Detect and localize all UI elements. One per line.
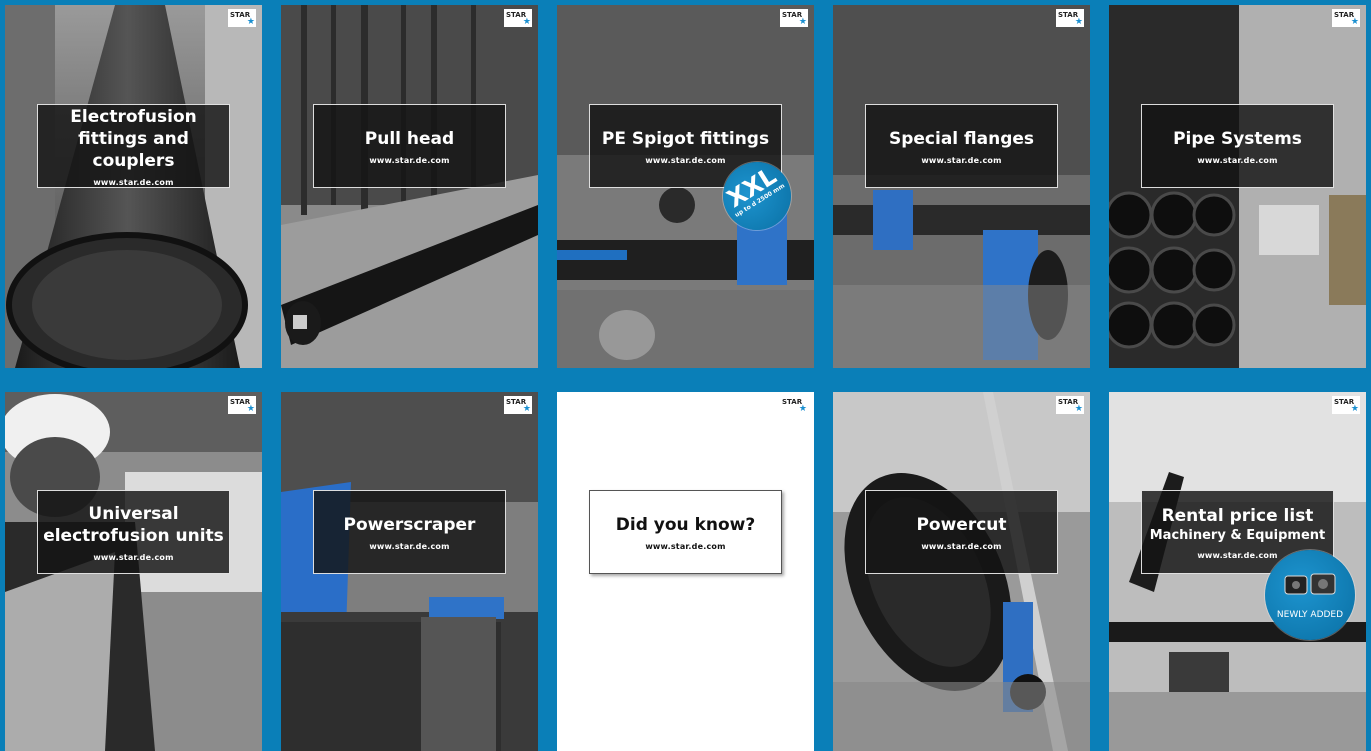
card-title: Electrofusion fittings and couplers bbox=[70, 106, 197, 171]
newly-added-text: NEWLY ADDED bbox=[1276, 610, 1344, 620]
card-url[interactable]: www.star.de.com bbox=[1197, 551, 1277, 560]
star-logo: STAR ★ bbox=[228, 9, 256, 27]
star-logo: STAR ★ bbox=[780, 396, 808, 414]
catalog-card-pipe-systems[interactable]: STAR ★ Pipe Systems www.star.de.com bbox=[1109, 5, 1366, 368]
catalog-card-powercut[interactable]: STAR ★ Powercut www.star.de.com bbox=[833, 392, 1090, 751]
card-url[interactable]: www.star.de.com bbox=[1197, 156, 1277, 165]
card-label: Powercut www.star.de.com bbox=[865, 490, 1058, 574]
catalog-card-pull-head[interactable]: STAR ★ Pull head www.star.de.com bbox=[281, 5, 538, 368]
star-icon: ★ bbox=[1074, 17, 1083, 27]
card-url[interactable]: www.star.de.com bbox=[369, 542, 449, 551]
card-url[interactable]: www.star.de.com bbox=[369, 156, 449, 165]
catalog-card-universal-electrofusion-units[interactable]: STAR ★ Universal electrofusion units www.… bbox=[5, 392, 262, 751]
catalog-card-pe-spigot-fittings[interactable]: STAR ★ PE Spigot fittings www.star.de.com… bbox=[557, 5, 814, 368]
card-url[interactable]: www.star.de.com bbox=[921, 542, 1001, 551]
star-logo: STAR ★ bbox=[1332, 396, 1360, 414]
star-icon: ★ bbox=[1350, 17, 1359, 27]
catalog-card-powerscraper[interactable]: STAR ★ Powerscraper www.star.de.com bbox=[281, 392, 538, 751]
star-logo: STAR ★ bbox=[1056, 9, 1084, 27]
catalog-grid: STAR ★ Electrofusion fittings and coupler… bbox=[0, 0, 1371, 751]
star-icon: ★ bbox=[246, 17, 255, 27]
catalog-card-rental-price-list[interactable]: STAR ★ Rental price list Machinery & Equi… bbox=[1109, 392, 1366, 751]
newly-added-badge: NEWLY ADDED bbox=[1265, 550, 1355, 640]
card-title: Universal electrofusion units bbox=[43, 503, 224, 546]
catalog-card-did-you-know[interactable]: STAR ★ Did you know? www.star.de.com bbox=[557, 392, 814, 751]
star-icon: ★ bbox=[798, 404, 807, 414]
star-icon: ★ bbox=[246, 404, 255, 414]
star-icon: ★ bbox=[522, 17, 531, 27]
card-title: Powerscraper bbox=[343, 514, 476, 535]
machines-icon bbox=[1284, 573, 1336, 595]
card-subtitle: Machinery & Equipment bbox=[1149, 527, 1326, 543]
star-logo: STAR ★ bbox=[228, 396, 256, 414]
star-icon: ★ bbox=[522, 404, 531, 414]
star-logo: STAR ★ bbox=[780, 9, 808, 27]
card-label: Special flanges www.star.de.com bbox=[865, 104, 1058, 188]
star-logo: STAR ★ bbox=[1332, 9, 1360, 27]
card-label: Universal electrofusion units www.star.d… bbox=[37, 490, 230, 574]
star-icon: ★ bbox=[798, 17, 807, 27]
card-title: Rental price list bbox=[1161, 505, 1314, 526]
star-logo: STAR ★ bbox=[504, 9, 532, 27]
star-logo: STAR ★ bbox=[504, 396, 532, 414]
card-title: Powercut bbox=[916, 514, 1007, 535]
card-label: Electrofusion fittings and couplers www.… bbox=[37, 104, 230, 188]
card-label: Pull head www.star.de.com bbox=[313, 104, 506, 188]
card-url[interactable]: www.star.de.com bbox=[93, 178, 173, 187]
star-icon: ★ bbox=[1350, 404, 1359, 414]
catalog-card-special-flanges[interactable]: STAR ★ Special flanges www.star.de.com bbox=[833, 5, 1090, 368]
card-url[interactable]: www.star.de.com bbox=[645, 156, 725, 165]
catalog-card-electrofusion-fittings[interactable]: STAR ★ Electrofusion fittings and coupler… bbox=[5, 5, 262, 368]
card-title: Pull head bbox=[364, 128, 455, 149]
star-icon: ★ bbox=[1074, 404, 1083, 414]
card-title: Special flanges bbox=[888, 128, 1035, 149]
card-url[interactable]: www.star.de.com bbox=[921, 156, 1001, 165]
card-url[interactable]: www.star.de.com bbox=[93, 553, 173, 562]
card-label: Pipe Systems www.star.de.com bbox=[1141, 104, 1334, 188]
card-label: Did you know? www.star.de.com bbox=[589, 490, 782, 574]
card-title: Pipe Systems bbox=[1173, 128, 1302, 149]
card-title: Did you know? bbox=[615, 514, 756, 535]
card-title: PE Spigot fittings bbox=[601, 128, 770, 149]
card-url[interactable]: www.star.de.com bbox=[645, 542, 725, 551]
star-logo: STAR ★ bbox=[1056, 396, 1084, 414]
card-label: Powerscraper www.star.de.com bbox=[313, 490, 506, 574]
